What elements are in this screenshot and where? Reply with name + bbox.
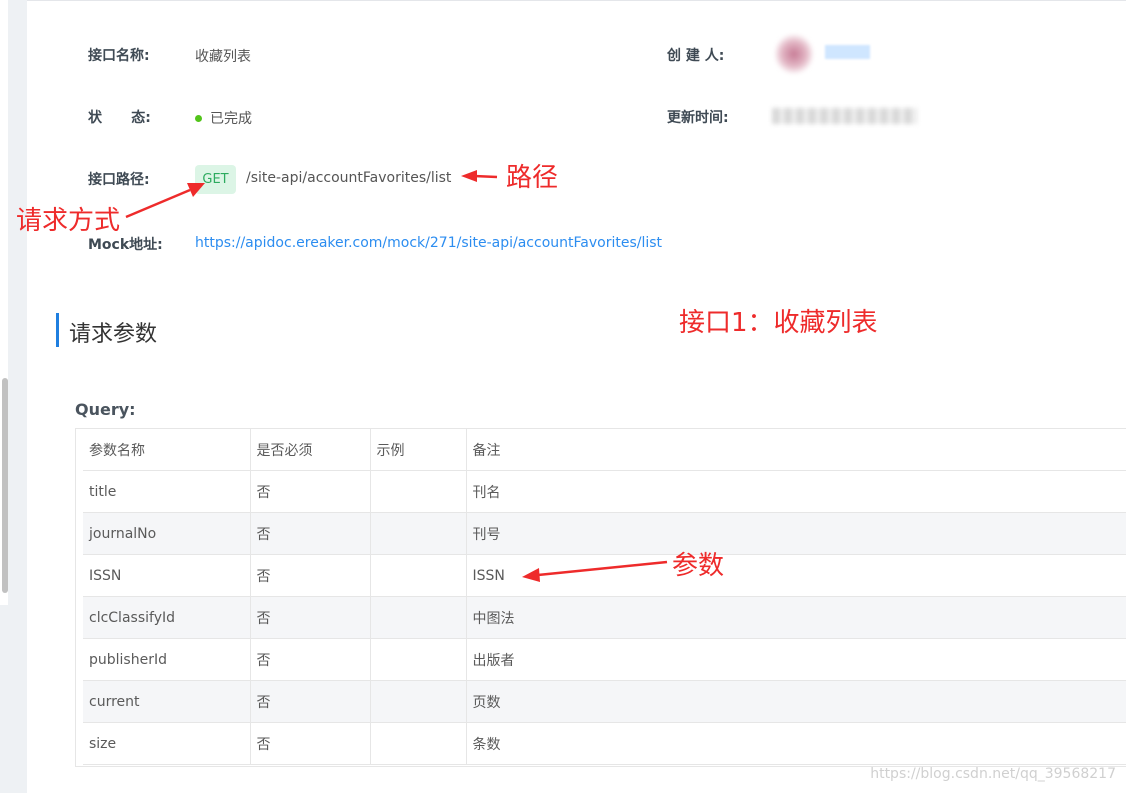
arrow-to-path [461, 170, 498, 182]
arrow-to-method [125, 183, 205, 219]
annotation-arrows [125, 170, 668, 582]
arrow-to-params [522, 560, 668, 582]
watermark: https://blog.csdn.net/qq_39568217 [870, 766, 1116, 782]
